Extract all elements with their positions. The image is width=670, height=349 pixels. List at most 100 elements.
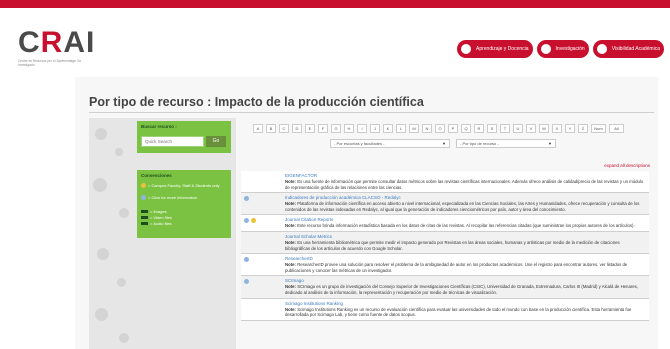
resource-item: ResearcherID Note: ResearcherID provee un… [241,254,649,277]
note-text: Es una herramienta bibliométrica que per… [285,239,620,251]
nav-label: Visibilidad Académica [611,45,660,52]
convention-info-label: = Click for more information [148,195,198,200]
audio-icon [141,222,148,225]
main-nav: Aprendizaje y Docencia Investigación Vis… [457,40,664,58]
note-label: Note: [285,239,296,245]
info-icon[interactable] [244,279,249,285]
info-icon[interactable] [244,218,249,224]
logo-subtitle: Centre de Recursos per a l'Aprenentatge … [18,59,81,67]
resource-icons [244,279,249,285]
logo-letters-ai: AI [63,26,96,59]
nav-aprendizaje[interactable]: Aprendizaje y Docencia [457,40,533,58]
letter-filter-k[interactable]: K [383,124,393,133]
convention-video: = Video files [141,215,172,220]
resource-icons [244,196,249,202]
resource-item: EIGENFACTOR Note: Es una fuente de inform… [241,171,649,194]
chevron-down-icon: ▼ [548,141,552,146]
note-text: Este recurso brinda información estadíst… [297,223,635,229]
note-label: Note: [285,284,296,290]
nav-ring-icon [594,42,609,56]
note-text: Scimago Institutions Ranking es un recur… [285,306,632,318]
info-icon[interactable] [244,257,249,263]
note-text: Es una fuente de información que permite… [285,179,644,190]
letter-filter-p[interactable]: P [448,124,458,133]
letter-filter-a[interactable]: A [253,124,263,133]
logo-letter-r: R [40,26,64,59]
nav-label: Investigación [555,45,585,52]
convention-audio-label: = Audio files [150,221,172,226]
resource-note: Note: Plataforma de información científi… [285,201,645,212]
letter-filter-s[interactable]: S [487,124,497,133]
nav-visibilidad[interactable]: Visibilidad Académica [592,40,664,58]
resource-note: Note: ResearcherID provee una solución p… [285,262,645,273]
letter-filter-n[interactable]: N [422,124,432,133]
nav-investigacion[interactable]: Investigación [536,40,589,58]
resource-item: Scimago Institutions Ranking Note: Scimag… [241,298,649,321]
note-label: Note: [285,306,296,312]
letter-filter-q[interactable]: Q [461,124,471,133]
resource-item: Journal Scholar Metrics Note: Es una herr… [241,231,649,255]
note-label: Note: [285,262,296,268]
letter-filter-w[interactable]: W [539,124,549,133]
crai-logo[interactable]: CRAI Centre de Recursos per a l'Aprenent… [18,26,96,68]
schools-select[interactable]: - Por escuelas y facultades - ▼ [330,139,450,148]
site-header: CRAI Centre de Recursos per a l'Aprenent… [0,8,670,70]
resource-type-select-value: - Por tipo de recurso - [460,141,499,146]
info-icon [141,195,146,200]
search-panel: Buscar recurso : Go [137,121,231,153]
resource-icons [244,218,256,224]
convention-video-label: = Video files [150,215,172,220]
letter-filter-e[interactable]: E [305,124,315,133]
letter-filter-h[interactable]: H [344,124,354,133]
note-text: SCImago es un grupo de investigación del… [285,284,639,295]
expand-all-link[interactable]: expand all descriptions [604,163,650,168]
convention-info: = Click for more information [141,195,227,200]
top-accent-bar [0,0,670,8]
letter-filter-all[interactable]: All [609,124,624,133]
campus-only-icon [141,183,146,188]
images-icon [141,210,148,213]
resource-icons [244,257,249,263]
note-label: Note: [285,179,296,184]
letter-filter-l[interactable]: L [396,124,406,133]
letter-filter-z[interactable]: Z [578,124,588,133]
letter-filter-g[interactable]: G [331,124,341,133]
search-go-button[interactable]: Go [206,136,226,147]
convention-campus-label: = Campus Faculty, Staff & Students only [148,183,220,188]
letter-filter-f[interactable]: F [318,124,328,133]
convention-campus: = Campus Faculty, Staff & Students only [141,183,227,188]
search-title: Buscar recurso : [141,124,177,129]
nav-ring-icon [538,42,553,56]
letter-filter-num[interactable]: Num [591,124,606,133]
video-icon [141,216,148,219]
letter-filter-c[interactable]: C [279,124,289,133]
resource-type-select[interactable]: - Por tipo de recurso - ▼ [456,139,556,148]
resource-note: Note: SCImago es un grupo de investigaci… [285,284,645,295]
resource-item: SCImago Note: SCImago es un grupo de inve… [241,276,649,299]
letter-filter-r[interactable]: R [474,124,484,133]
note-text: ResearcherID provee una solución para re… [285,262,628,273]
letter-filter-v[interactable]: V [526,124,536,133]
letter-filter-b[interactable]: B [266,124,276,133]
logo-letter-c: C [18,26,41,59]
resource-note: Note: Es una fuente de información que p… [285,179,645,190]
letter-filter-u[interactable]: U [513,124,523,133]
alphabet-filter: A B C D E F G H I J K L M N O P Q R S T U V W X Y Z Num All [253,124,624,133]
letter-filter-m[interactable]: M [409,124,419,133]
letter-filter-i[interactable]: I [357,124,367,133]
nav-ring-icon [459,42,473,56]
resource-item: Journal Citation Reports Note: Este recur… [241,215,649,232]
resource-note: Note: Scimago Institutions Ranking es un… [285,307,645,318]
search-input[interactable] [141,136,204,147]
conventions-title: Convenciones [141,173,172,178]
letter-filter-y[interactable]: Y [565,124,575,133]
letter-filter-x[interactable]: X [552,124,562,133]
letter-filter-o[interactable]: O [435,124,445,133]
info-icon[interactable] [244,196,249,202]
letter-filter-d[interactable]: D [292,124,302,133]
campus-only-icon[interactable] [251,218,256,224]
letter-filter-t[interactable]: T [500,124,510,133]
letter-filter-j[interactable]: J [370,124,380,133]
conventions-panel: Convenciones = Campus Faculty, Staff & S… [137,170,231,238]
convention-images-label: = Images [150,209,167,214]
